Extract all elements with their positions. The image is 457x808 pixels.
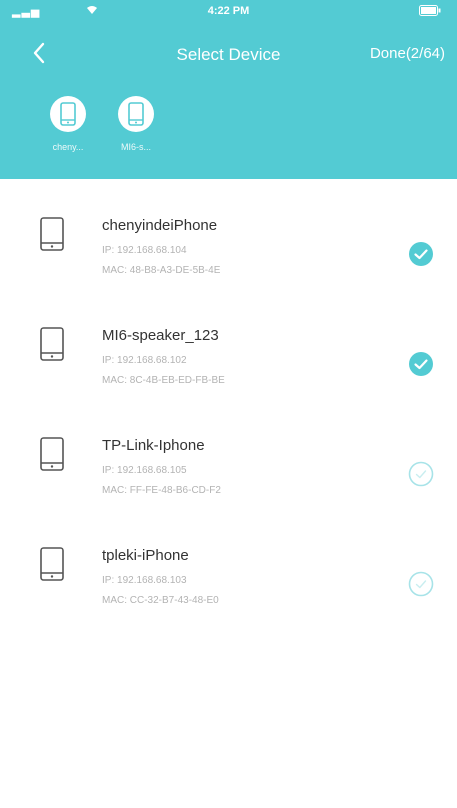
battery-icon (419, 5, 441, 19)
selected-device-chip[interactable]: MI6-s... (101, 96, 171, 158)
device-ip: IP: 192.168.68.102 (102, 355, 187, 366)
device-row[interactable]: TP-Link-Iphone IP: 192.168.68.105 MAC: F… (0, 399, 457, 509)
device-name: tpleki-iPhone (102, 547, 189, 564)
phone-icon (40, 327, 64, 361)
device-row[interactable]: tpleki-iPhone IP: 192.168.68.103 MAC: CC… (0, 509, 457, 619)
phone-icon (40, 437, 64, 471)
nav-bar: Select Device Done(2/64) (0, 36, 457, 70)
device-mac: MAC: 8C-4B-EB-ED-FB-BE (102, 375, 225, 386)
header: ▂▃▅ 4:22 PM Select Device Done(2/64) che… (0, 0, 457, 179)
device-ip: IP: 192.168.68.105 (102, 465, 187, 476)
selected-device-chip[interactable]: cheny... (33, 96, 103, 158)
selected-device-label: cheny... (52, 142, 84, 152)
done-button[interactable]: Done(2/64) (370, 45, 445, 62)
phone-icon (118, 96, 154, 132)
device-name: TP-Link-Iphone (102, 437, 205, 454)
phone-icon (40, 217, 64, 251)
device-ip: IP: 192.168.68.103 (102, 575, 187, 586)
unchecked-icon[interactable] (408, 461, 434, 487)
device-mac: MAC: FF-FE-48-B6-CD-F2 (102, 485, 221, 496)
device-mac: MAC: 48-B8-A3-DE-5B-4E (102, 265, 221, 276)
phone-icon (50, 96, 86, 132)
device-row[interactable]: chenyindeiPhone IP: 192.168.68.104 MAC: … (0, 179, 457, 289)
device-name: MI6-speaker_123 (102, 327, 219, 344)
device-row[interactable]: MI6-speaker_123 IP: 192.168.68.102 MAC: … (0, 289, 457, 399)
checked-icon[interactable] (408, 351, 434, 377)
device-name: chenyindeiPhone (102, 217, 218, 234)
device-mac: MAC: CC-32-B7-43-48-E0 (102, 595, 219, 606)
checked-icon[interactable] (408, 241, 434, 267)
selected-device-label: MI6-s... (120, 142, 151, 152)
status-bar: ▂▃▅ 4:22 PM (0, 0, 457, 22)
unchecked-icon[interactable] (408, 571, 434, 597)
status-time: 4:22 PM (207, 5, 250, 17)
phone-icon (40, 547, 64, 581)
device-ip: IP: 192.168.68.104 (102, 245, 187, 256)
